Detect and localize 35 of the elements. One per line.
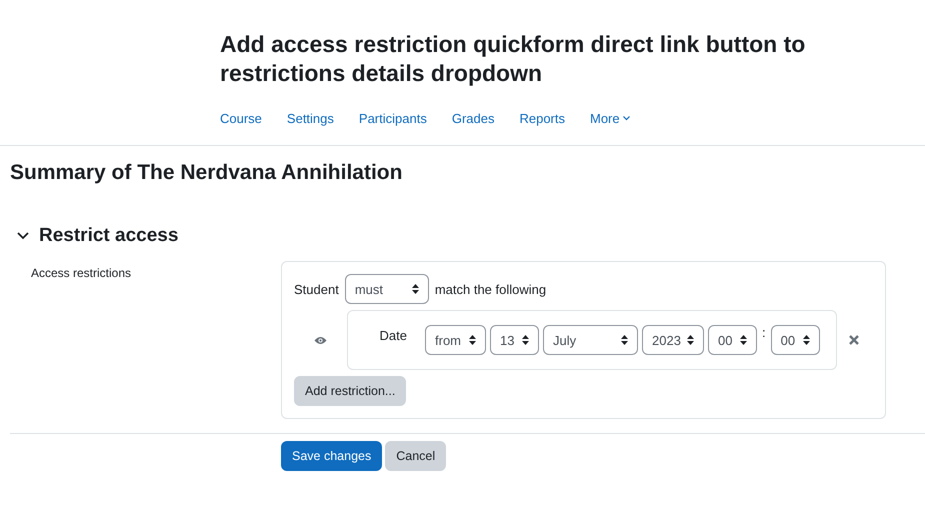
dropdown[interactable]: 00 (708, 325, 757, 355)
dropdown[interactable]: July (543, 325, 638, 355)
nav-link[interactable]: Participants (350, 111, 435, 125)
close-icon[interactable] (849, 335, 859, 345)
updown-icon (621, 335, 628, 345)
chevron-down-icon[interactable] (17, 232, 29, 240)
chevron-down-icon (622, 116, 630, 121)
updown-icon (412, 284, 419, 294)
updown-icon (469, 335, 476, 345)
cancel-button[interactable]: Cancel (385, 441, 446, 471)
page-title: Add access restriction quickform direct link button to restrictions details dropdown (220, 30, 806, 88)
condition-label: Student (294, 282, 339, 296)
restriction-label: Date (378, 327, 408, 343)
add-restriction-button[interactable]: Add restriction... (294, 376, 406, 406)
eye-icon[interactable] (314, 336, 327, 344)
updown-icon (740, 335, 747, 345)
dropdown[interactable]: 2023 (642, 325, 704, 355)
nav-link[interactable]: Course (212, 111, 270, 125)
nav-link[interactable]: Grades (444, 111, 502, 125)
page-heading: Summary of The Nerdvana Annihilation (10, 161, 402, 185)
updown-icon (802, 335, 810, 345)
time-separator: : (761, 325, 767, 340)
updown-icon (522, 335, 529, 345)
save-button[interactable]: Save changes (281, 441, 382, 471)
field-label: Access restrictions (30, 265, 132, 282)
condition-label: match the following (434, 282, 546, 296)
dropdown[interactable]: from (425, 325, 486, 355)
dropdown[interactable]: 00 (770, 325, 820, 355)
nav-link[interactable]: Reports (511, 111, 573, 125)
dropdown[interactable]: 13 (490, 325, 539, 355)
section-title: Restrict access (39, 225, 178, 247)
updown-icon (687, 335, 694, 345)
dropdown[interactable]: must (344, 274, 429, 304)
more-menu[interactable]: More (582, 111, 638, 125)
nav-link[interactable]: Settings (278, 111, 342, 125)
